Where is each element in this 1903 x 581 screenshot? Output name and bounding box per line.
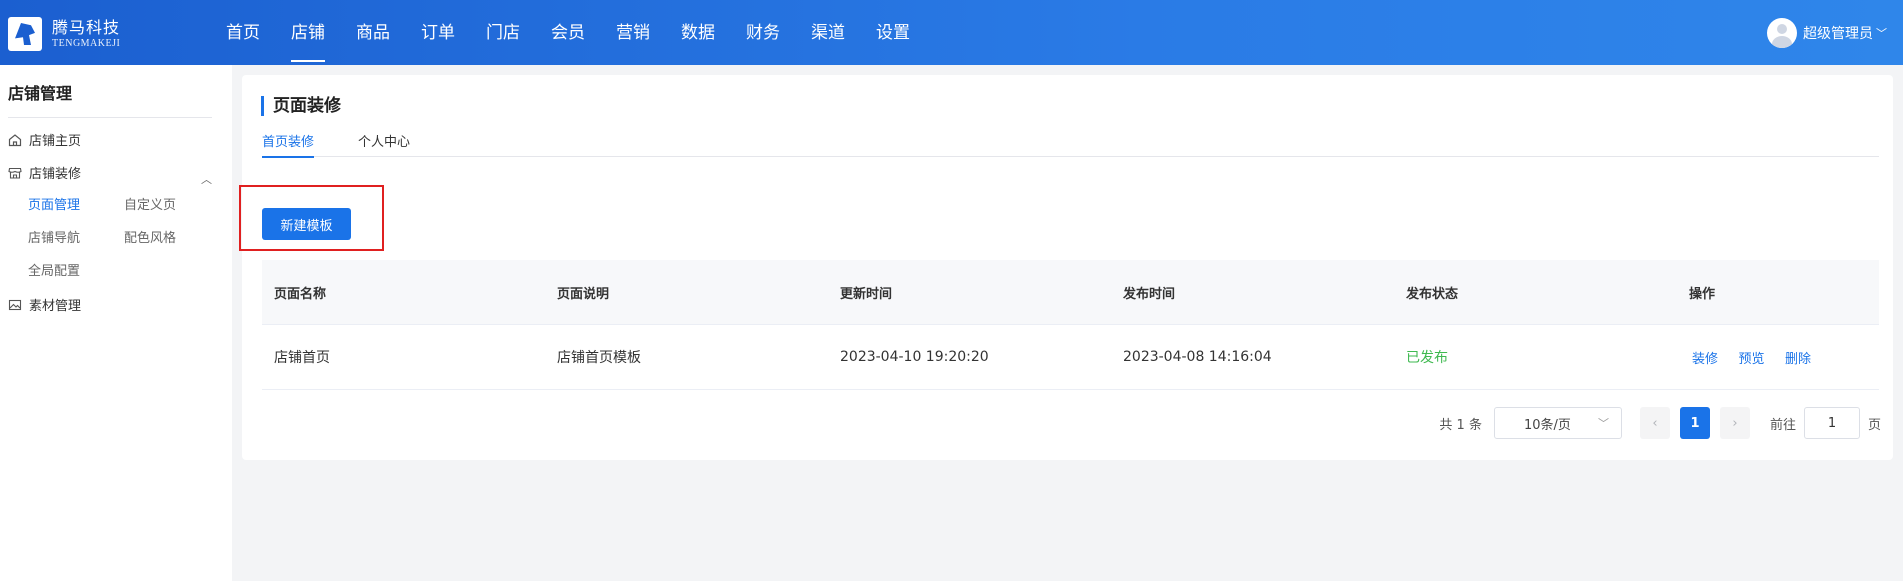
table-row: 店铺首页 店铺首页模板 2023-04-10 19:20:20 2023-04-… — [262, 325, 1879, 390]
status-badge: 已发布 — [1406, 350, 1448, 366]
sidebar-title: 店铺管理 — [8, 84, 73, 103]
goto-label: 前往 — [1769, 417, 1796, 433]
page-title: 页面装修 — [261, 96, 341, 116]
header-page-desc: 页面说明 — [557, 286, 610, 302]
nav-channels[interactable]: 渠道 — [811, 0, 845, 65]
tab-bar: 首页装修 个人中心 — [262, 131, 1879, 158]
brand-name-cn: 腾马科技 — [52, 17, 121, 37]
cell-page-name: 店铺首页 — [274, 350, 330, 366]
nav-finance[interactable]: 财务 — [746, 0, 780, 65]
chevron-up-icon[interactable]: ︿ — [201, 171, 212, 187]
brand-name-en: TENGMAKEJI — [52, 37, 121, 49]
delete-link[interactable]: 删除 — [1785, 352, 1811, 367]
total-count: 共 1 条 — [1439, 417, 1482, 433]
sidebar-subitem-page-manage[interactable]: 页面管理 — [28, 194, 80, 213]
goto-unit: 页 — [1867, 417, 1881, 433]
horse-logo-icon — [8, 17, 42, 51]
sidebar-divider — [8, 117, 212, 118]
nav-settings[interactable]: 设置 — [876, 0, 910, 65]
cell-actions: 装修 预览 删除 — [1677, 348, 1879, 367]
page-number-current[interactable]: 1 — [1679, 407, 1710, 439]
cell-updated-time: 2023-04-10 19:20:20 — [840, 349, 989, 365]
store-icon — [8, 167, 22, 179]
next-page-button[interactable]: › — [1719, 407, 1750, 439]
avatar — [1767, 18, 1797, 48]
sidebar-subitem-custom-page[interactable]: 自定义页 — [124, 194, 176, 213]
pagination: 共 1 条 10条/页 ﹀ ‹ 1 › 前往 页 — [1439, 407, 1881, 439]
sidebar-item-label: 店铺装修 — [29, 167, 82, 182]
chevron-down-icon: ﹀ — [1876, 27, 1887, 40]
nav-products[interactable]: 商品 — [356, 0, 390, 65]
new-template-button[interactable]: 新建模板 — [262, 208, 351, 240]
image-icon — [8, 299, 22, 310]
sidebar-item-label: 素材管理 — [29, 299, 82, 314]
chevron-down-icon: ﹀ — [1597, 417, 1609, 430]
nav-shops[interactable]: 门店 — [486, 0, 520, 65]
sidebar-subitem-store-nav[interactable]: 店铺导航 — [28, 227, 80, 246]
prev-page-button[interactable]: ‹ — [1639, 407, 1670, 439]
top-nav: 首页 店铺 商品 订单 门店 会员 营销 数据 财务 渠道 设置 — [226, 0, 941, 65]
cell-page-desc: 店铺首页模板 — [557, 350, 641, 366]
user-name: 超级管理员 — [1803, 26, 1873, 42]
tab-home-decoration[interactable]: 首页装修 — [262, 131, 315, 158]
nav-store[interactable]: 店铺 — [291, 0, 325, 65]
sidebar: 店铺管理 店铺主页 店铺装修 ︿ 页面管理 自定义页 店铺导航 配色风格 全局配… — [0, 65, 232, 581]
header-published-time: 发布时间 — [1123, 286, 1176, 302]
goto-page-input[interactable] — [1803, 407, 1860, 439]
cell-published-time: 2023-04-08 14:16:04 — [1123, 349, 1272, 365]
sidebar-subitem-color-style[interactable]: 配色风格 — [124, 227, 176, 246]
nav-home[interactable]: 首页 — [226, 0, 260, 65]
sidebar-subitem-global-config[interactable]: 全局配置 — [28, 260, 80, 279]
nav-orders[interactable]: 订单 — [421, 0, 455, 65]
page-size-value: 10条/页 — [1523, 417, 1571, 433]
header-page-name: 页面名称 — [274, 286, 327, 302]
sidebar-item-materials[interactable]: 素材管理 — [8, 295, 81, 314]
home-icon — [8, 133, 22, 146]
page-size-select[interactable]: 10条/页 ﹀ — [1493, 407, 1622, 439]
brand-logo[interactable]: 腾马科技 TENGMAKEJI — [8, 17, 120, 51]
nav-marketing[interactable]: 营销 — [616, 0, 650, 65]
main-card: 页面装修 首页装修 个人中心 新建模板 页面名称 页面说明 更新时间 发布时间 … — [239, 75, 1893, 460]
header-actions: 操作 — [1689, 286, 1716, 302]
header-updated-time: 更新时间 — [840, 286, 893, 302]
pages-table: 页面名称 页面说明 更新时间 发布时间 发布状态 操作 店铺首页 店铺首页模板 … — [262, 260, 1879, 390]
nav-data[interactable]: 数据 — [681, 0, 715, 65]
sidebar-item-label: 店铺主页 — [29, 134, 82, 149]
top-header: 腾马科技 TENGMAKEJI 首页 店铺 商品 订单 门店 会员 营销 数据 … — [0, 0, 1903, 65]
decorate-link[interactable]: 装修 — [1692, 352, 1718, 367]
table-header: 页面名称 页面说明 更新时间 发布时间 发布状态 操作 — [262, 260, 1879, 325]
tab-personal-center[interactable]: 个人中心 — [358, 131, 410, 157]
preview-link[interactable]: 预览 — [1738, 352, 1764, 367]
header-status: 发布状态 — [1406, 286, 1459, 302]
sidebar-item-store-home[interactable]: 店铺主页 — [8, 130, 81, 149]
user-menu[interactable]: 超级管理员 ﹀ — [1767, 18, 1887, 48]
nav-members[interactable]: 会员 — [551, 0, 585, 65]
sidebar-item-store-decoration[interactable]: 店铺装修 — [8, 163, 81, 182]
